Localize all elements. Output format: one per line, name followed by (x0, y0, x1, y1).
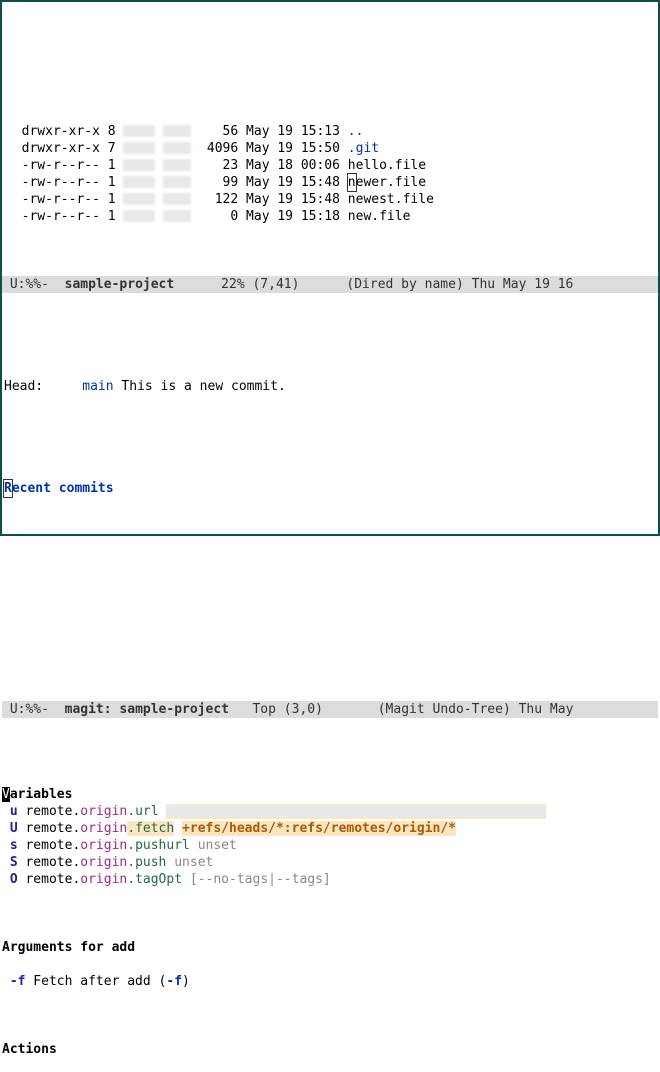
redacted-group (163, 176, 191, 188)
cursor: n (347, 173, 357, 192)
unset-value: unset (198, 838, 237, 853)
dired-row[interactable]: drwxr-xr-x 7 4096 May 19 15:50 .git (2, 140, 658, 157)
file-name: .git (348, 141, 379, 156)
redacted-group (163, 125, 191, 137)
recent-commits-section[interactable]: Recent commits (2, 480, 658, 497)
option-choices: [--no-tags|--tags] (190, 872, 331, 887)
modeline-magit: U:%%- magit: sample-project Top (3,0) (M… (2, 701, 658, 718)
dired-buffer-name: sample-project (65, 277, 175, 292)
unset-value: unset (174, 855, 213, 870)
redacted-owner (123, 142, 155, 154)
variable-row[interactable]: s remote.origin.pushurl unset (2, 837, 658, 854)
variable-row[interactable]: U remote.origin.fetch +refs/heads/*:refs… (2, 820, 658, 837)
dir-link[interactable]: .git (348, 141, 379, 156)
magit-status-pane: Head: main This is a new commit. Recent … (2, 344, 658, 667)
dir-link[interactable]: .. (348, 124, 364, 139)
dired-row[interactable]: -rw-r--r-- 1 99 May 19 15:48 newer.file (2, 174, 658, 191)
key-binding: s (10, 838, 18, 853)
redacted-group (163, 159, 191, 171)
redacted-owner (123, 193, 155, 205)
dired-row[interactable]: -rw-r--r-- 1 23 May 18 00:06 hello.file (2, 157, 658, 174)
variables-heading: V (2, 787, 10, 802)
key-binding: u (10, 804, 18, 819)
branch-name[interactable]: main (82, 379, 113, 394)
variable-row[interactable]: u remote.origin.url (2, 803, 658, 820)
actions-heading: Actions (2, 1041, 658, 1058)
variable-value: +refs/heads/*:refs/remotes/origin/* (182, 821, 456, 836)
redacted-owner (123, 159, 155, 171)
key-binding: O (10, 872, 18, 887)
redacted-group (163, 142, 191, 154)
key-binding: S (10, 855, 18, 870)
file-name: newer.file (348, 175, 426, 190)
redacted-url (166, 805, 546, 817)
cursor: R (3, 479, 13, 498)
redacted-owner (123, 125, 155, 137)
dired-row[interactable]: drwxr-xr-x 8 56 May 19 15:13 .. (2, 123, 658, 140)
variables-list: u remote.origin.url U remote.origin.fetc… (2, 803, 658, 888)
dired-rows: drwxr-xr-x 8 56 May 19 15:13 .. drwxr-xr… (2, 123, 658, 225)
variable-row[interactable]: O remote.origin.tagOpt [--no-tags|--tags… (2, 871, 658, 888)
file-name: hello.file (348, 158, 426, 173)
redacted-owner (123, 210, 155, 222)
dired-pane: drwxr-xr-x 8 56 May 19 15:13 .. drwxr-xr… (2, 87, 658, 242)
magit-buffer-name: magit: sample-project (65, 702, 229, 717)
dired-row[interactable]: -rw-r--r-- 1 122 May 19 15:48 newest.fil… (2, 191, 658, 208)
magit-head-line: Head: main This is a new commit. (2, 378, 658, 395)
redacted-group (163, 193, 191, 205)
magit-remote-popup: Variables u remote.origin.url U remote.o… (2, 769, 658, 1072)
file-name: newest.file (348, 192, 434, 207)
dired-row[interactable]: -rw-r--r-- 1 0 May 19 15:18 new.file (2, 208, 658, 225)
arguments-heading: Arguments for add (2, 939, 658, 956)
redacted-group (163, 210, 191, 222)
modeline-dired: U:%%- sample-project 22% (7,41) (Dired b… (2, 276, 658, 293)
key-binding: U (10, 821, 18, 836)
file-name: new.file (348, 209, 411, 224)
file-name: .. (348, 124, 364, 139)
argument-fetch-after-add[interactable]: -f Fetch after add (-f) (2, 973, 658, 990)
redacted-owner (123, 176, 155, 188)
variable-row[interactable]: S remote.origin.push unset (2, 854, 658, 871)
